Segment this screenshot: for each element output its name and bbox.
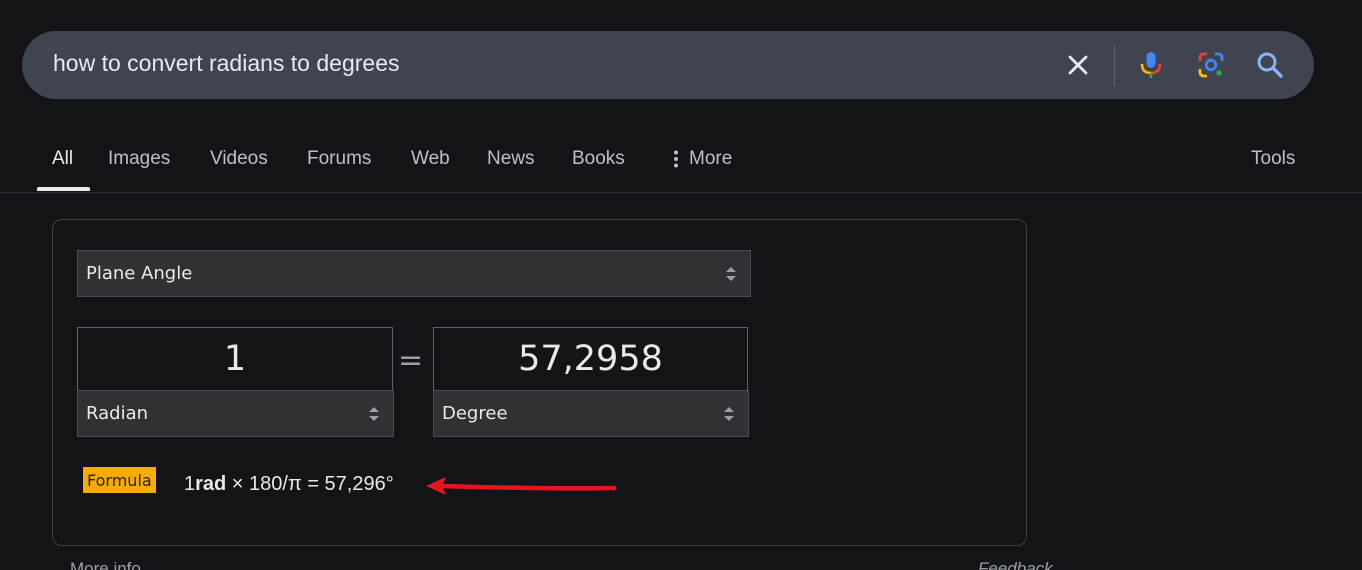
- mic-icon[interactable]: [1135, 49, 1167, 81]
- annotation-arrow-icon: [426, 477, 617, 495]
- to-unit-select[interactable]: Degree: [433, 390, 749, 437]
- formula-number: 1: [184, 473, 196, 495]
- tab-web[interactable]: Web: [411, 148, 450, 170]
- more-info-link[interactable]: More info: [70, 559, 141, 570]
- category-select-label: Plane Angle: [86, 263, 193, 284]
- tab-news[interactable]: News: [487, 148, 535, 170]
- search-bar[interactable]: how to convert radians to degrees: [22, 31, 1314, 99]
- from-value-input[interactable]: 1: [77, 327, 393, 392]
- active-tab-indicator: [37, 187, 90, 191]
- select-arrows-icon: [369, 407, 379, 421]
- to-value-input[interactable]: 57,2958: [433, 327, 748, 392]
- from-unit-label: Radian: [86, 403, 149, 424]
- tabs-divider: [0, 192, 1362, 193]
- lens-icon[interactable]: [1195, 49, 1227, 81]
- tools-button[interactable]: Tools: [1251, 148, 1295, 170]
- search-results-page: how to convert radians to degrees All Im…: [0, 0, 1362, 570]
- select-arrows-icon: [724, 407, 734, 421]
- select-arrows-icon: [726, 267, 736, 281]
- tab-videos[interactable]: Videos: [210, 148, 268, 170]
- tab-books[interactable]: Books: [572, 148, 625, 170]
- feedback-link[interactable]: Feedback: [978, 559, 1053, 570]
- close-icon[interactable]: [1062, 49, 1094, 81]
- search-bar-divider: [1114, 44, 1115, 86]
- formula-badge: Formula: [83, 467, 156, 493]
- to-unit-label: Degree: [442, 403, 508, 424]
- tab-more[interactable]: More: [672, 148, 732, 170]
- tab-all[interactable]: All: [52, 148, 73, 170]
- search-icon[interactable]: [1254, 49, 1286, 81]
- tab-more-label: More: [689, 148, 733, 169]
- formula-text: 1rad × 180/π = 57,296°: [184, 473, 394, 496]
- search-tabs: All Images Videos Forums Web News Books …: [0, 140, 1362, 192]
- category-select[interactable]: Plane Angle: [77, 250, 751, 297]
- formula-unit: rad: [195, 473, 227, 495]
- more-vert-icon: [674, 150, 678, 168]
- tab-forums[interactable]: Forums: [307, 148, 371, 170]
- from-unit-select[interactable]: Radian: [77, 390, 394, 437]
- tab-images[interactable]: Images: [108, 148, 170, 170]
- equals-sign: =: [398, 343, 424, 378]
- search-input[interactable]: how to convert radians to degrees: [53, 50, 399, 77]
- formula-rest: × 180/π = 57,296°: [226, 473, 394, 495]
